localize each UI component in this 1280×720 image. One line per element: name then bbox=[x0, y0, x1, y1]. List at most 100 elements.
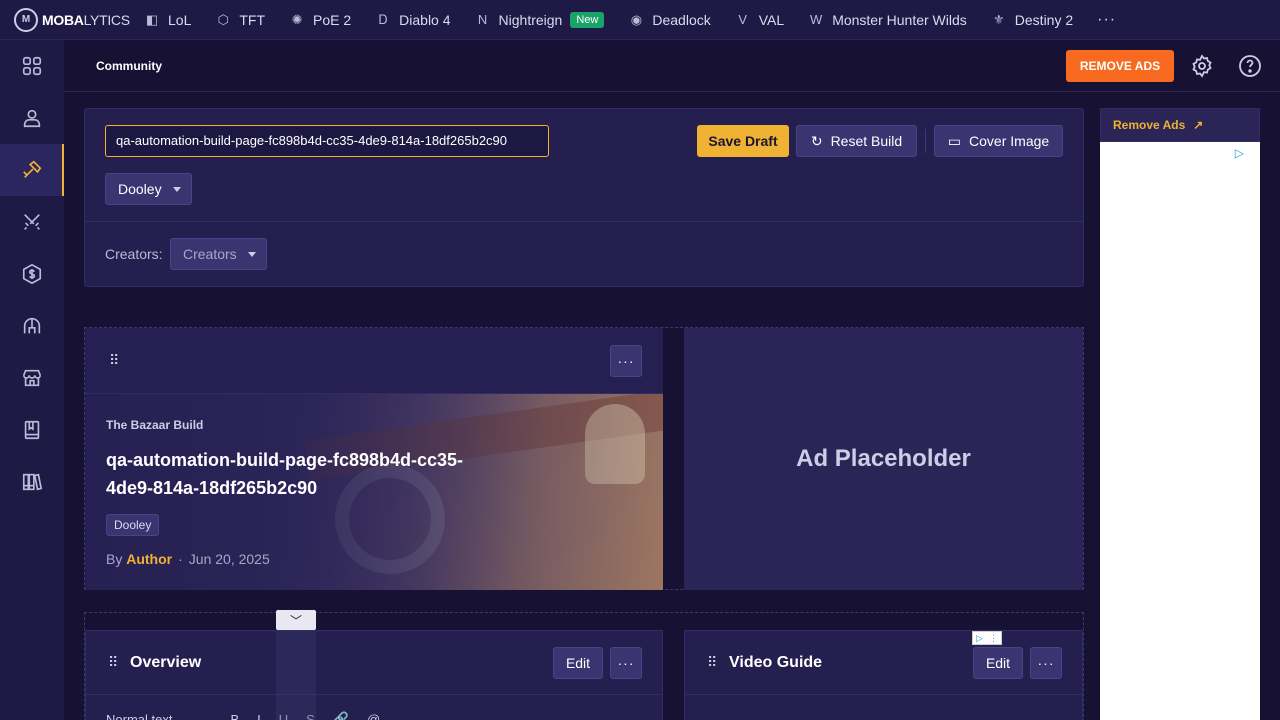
game-link-lol[interactable]: ◧ LoL bbox=[144, 11, 192, 28]
sidebar-item-library[interactable] bbox=[0, 456, 64, 508]
chevron-down-icon[interactable]: ﹀ bbox=[276, 610, 316, 630]
helmet-icon bbox=[23, 317, 41, 334]
hero-meta: By Author · Jun 20, 2025 bbox=[106, 551, 270, 567]
hero-menu-button[interactable]: ··· bbox=[610, 345, 642, 377]
remove-ads-button[interactable]: REMOVE ADS bbox=[1066, 50, 1174, 82]
ad-placeholder: Ad Placeholder bbox=[684, 328, 1083, 590]
chevron-down-icon bbox=[173, 187, 181, 192]
game-link-val[interactable]: V VAL bbox=[735, 12, 784, 28]
hero-subtitle: The Bazaar Build bbox=[106, 418, 204, 432]
reset-icon: ↻ bbox=[810, 132, 823, 149]
build-title-input[interactable]: qa-automation-build-page-fc898b4d-cc35-4… bbox=[105, 125, 549, 157]
external-link-icon: ↗ bbox=[1193, 118, 1204, 132]
sidebar-item-guides[interactable] bbox=[0, 404, 64, 456]
left-sidebar bbox=[0, 40, 64, 720]
drag-handle-icon[interactable]: ⠿ bbox=[707, 654, 717, 671]
sidebar-item-heroes[interactable] bbox=[0, 300, 64, 352]
video-guide-title: Video Guide bbox=[729, 654, 823, 671]
creators-label: Creators: bbox=[105, 246, 163, 262]
lol-icon: ◧ bbox=[145, 11, 159, 27]
valorant-icon: V bbox=[738, 11, 748, 27]
publish-date: Jun 20, 2025 bbox=[188, 551, 270, 567]
image-icon: ▭ bbox=[947, 132, 962, 149]
overview-edit-button[interactable]: Edit bbox=[553, 647, 603, 679]
sub-header: Community REMOVE ADS bbox=[64, 40, 1280, 92]
book-icon bbox=[24, 420, 40, 440]
video-guide-card-header: ⠿ Video Guide Edit ··· bbox=[685, 631, 1082, 695]
sidebar-item-battle[interactable] bbox=[0, 196, 64, 248]
text-toolbar: Normal text B I U S 🔗 @ bbox=[106, 711, 398, 720]
tft-icon: ⬡ bbox=[217, 11, 230, 27]
overview-card-header: ⠿ Overview Edit ··· bbox=[86, 631, 662, 695]
breadcrumb[interactable]: Community bbox=[96, 59, 162, 73]
nightreign-icon: N bbox=[477, 11, 488, 27]
game-nav: ◧ LoL ⬡ TFT ✺ PoE 2 Ꭰ Diablo 4 N Nightreign Ne… bbox=[144, 11, 1116, 29]
sidebar-item-builds[interactable] bbox=[0, 144, 64, 196]
chevron-down-icon bbox=[248, 252, 256, 257]
game-link-deadlock[interactable]: ◉ Deadlock bbox=[628, 11, 711, 28]
adchoices-icon[interactable]: ▷ bbox=[1235, 146, 1244, 160]
mobalytics-logo[interactable]: M MOBALYTICS bbox=[14, 7, 134, 32]
more-games-icon[interactable]: ··· bbox=[1097, 11, 1116, 29]
deadlock-icon: ◉ bbox=[630, 11, 643, 27]
grid-icon bbox=[22, 56, 42, 76]
user-icon bbox=[23, 109, 41, 128]
hero-card: ⠿ ··· The Bazaar Build qa-automation-bui… bbox=[85, 328, 663, 590]
overview-title: Overview bbox=[130, 654, 202, 671]
link-icon[interactable]: 🔗 bbox=[333, 711, 349, 720]
gear-icon[interactable] bbox=[1190, 54, 1214, 78]
save-draft-button[interactable]: Save Draft bbox=[697, 125, 789, 157]
reset-build-button[interactable]: ↻ Reset Build bbox=[796, 125, 917, 157]
video-guide-card: ⠿ Video Guide Edit ··· bbox=[684, 630, 1083, 720]
video-guide-edit-button[interactable]: Edit bbox=[973, 647, 1023, 679]
overlay-strip bbox=[276, 630, 316, 720]
hero-tag: Dooley bbox=[106, 514, 160, 536]
game-link-tft[interactable]: ⬡ TFT bbox=[215, 12, 265, 28]
mention-icon[interactable]: @ bbox=[367, 712, 380, 720]
poe2-icon: ✺ bbox=[291, 11, 303, 27]
top-nav: M MOBALYTICS ◧ LoL ⬡ TFT ✺ PoE 2 Ꭰ Diablo 4 … bbox=[0, 0, 1280, 40]
sidebar-item-apps[interactable] bbox=[0, 40, 64, 92]
hero-card-header: ⠿ ··· bbox=[85, 328, 663, 394]
swords-icon bbox=[24, 214, 40, 230]
video-guide-menu-button[interactable]: ··· bbox=[1030, 647, 1062, 679]
adchoices-icon[interactable]: ▷ ⋮ bbox=[972, 631, 1002, 645]
ad-slot[interactable]: ▷ bbox=[1100, 142, 1260, 720]
new-badge: New bbox=[570, 11, 605, 28]
coin-icon bbox=[22, 263, 42, 285]
logo-mark-icon: M bbox=[14, 7, 38, 32]
remove-ads-link[interactable]: Remove Ads ↗ bbox=[1100, 108, 1260, 142]
bold-icon[interactable]: B bbox=[230, 712, 239, 720]
italic-icon[interactable]: I bbox=[257, 712, 261, 720]
logo-text: MOBALYTICS bbox=[42, 11, 130, 28]
divider bbox=[925, 129, 926, 153]
library-icon bbox=[22, 473, 43, 491]
hero-title: qa-automation-build-page-fc898b4d-cc35-4… bbox=[106, 450, 464, 498]
game-link-destiny2[interactable]: ⚜ Destiny 2 bbox=[991, 12, 1073, 28]
build-editor-panel: qa-automation-build-page-fc898b4d-cc35-4… bbox=[84, 108, 1084, 287]
store-icon bbox=[22, 369, 42, 387]
game-link-poe2[interactable]: ✺ PoE 2 bbox=[289, 11, 352, 28]
help-icon[interactable] bbox=[1238, 54, 1262, 78]
destiny-icon: ⚜ bbox=[992, 11, 1005, 27]
sidebar-item-economy[interactable] bbox=[0, 248, 64, 300]
sidebar-item-profile[interactable] bbox=[0, 92, 64, 144]
cover-image-button[interactable]: ▭ Cover Image bbox=[934, 125, 1063, 157]
creators-select[interactable]: Creators bbox=[170, 238, 267, 270]
mhw-icon: W bbox=[810, 11, 823, 27]
hammer-icon bbox=[23, 160, 42, 178]
right-ad-column: Remove Ads ↗ ▷ bbox=[1100, 108, 1260, 720]
divider bbox=[85, 221, 1083, 222]
game-link-diablo4[interactable]: Ꭰ Diablo 4 bbox=[375, 11, 451, 28]
diablo-icon: Ꭰ bbox=[378, 11, 388, 27]
hero-select[interactable]: Dooley bbox=[105, 173, 192, 205]
text-style-select[interactable]: Normal text bbox=[106, 712, 172, 720]
game-link-mhw[interactable]: W Monster Hunter Wilds bbox=[808, 12, 967, 28]
sidebar-item-shop[interactable] bbox=[0, 352, 64, 404]
drag-handle-icon[interactable]: ⠿ bbox=[109, 352, 119, 369]
game-link-nightreign[interactable]: N Nightreign New bbox=[475, 11, 605, 28]
overview-card: ⠿ Overview Edit ··· Normal text B I U S … bbox=[85, 630, 663, 720]
author-link[interactable]: Author bbox=[126, 551, 172, 567]
drag-handle-icon[interactable]: ⠿ bbox=[108, 654, 118, 671]
overview-menu-button[interactable]: ··· bbox=[610, 647, 642, 679]
